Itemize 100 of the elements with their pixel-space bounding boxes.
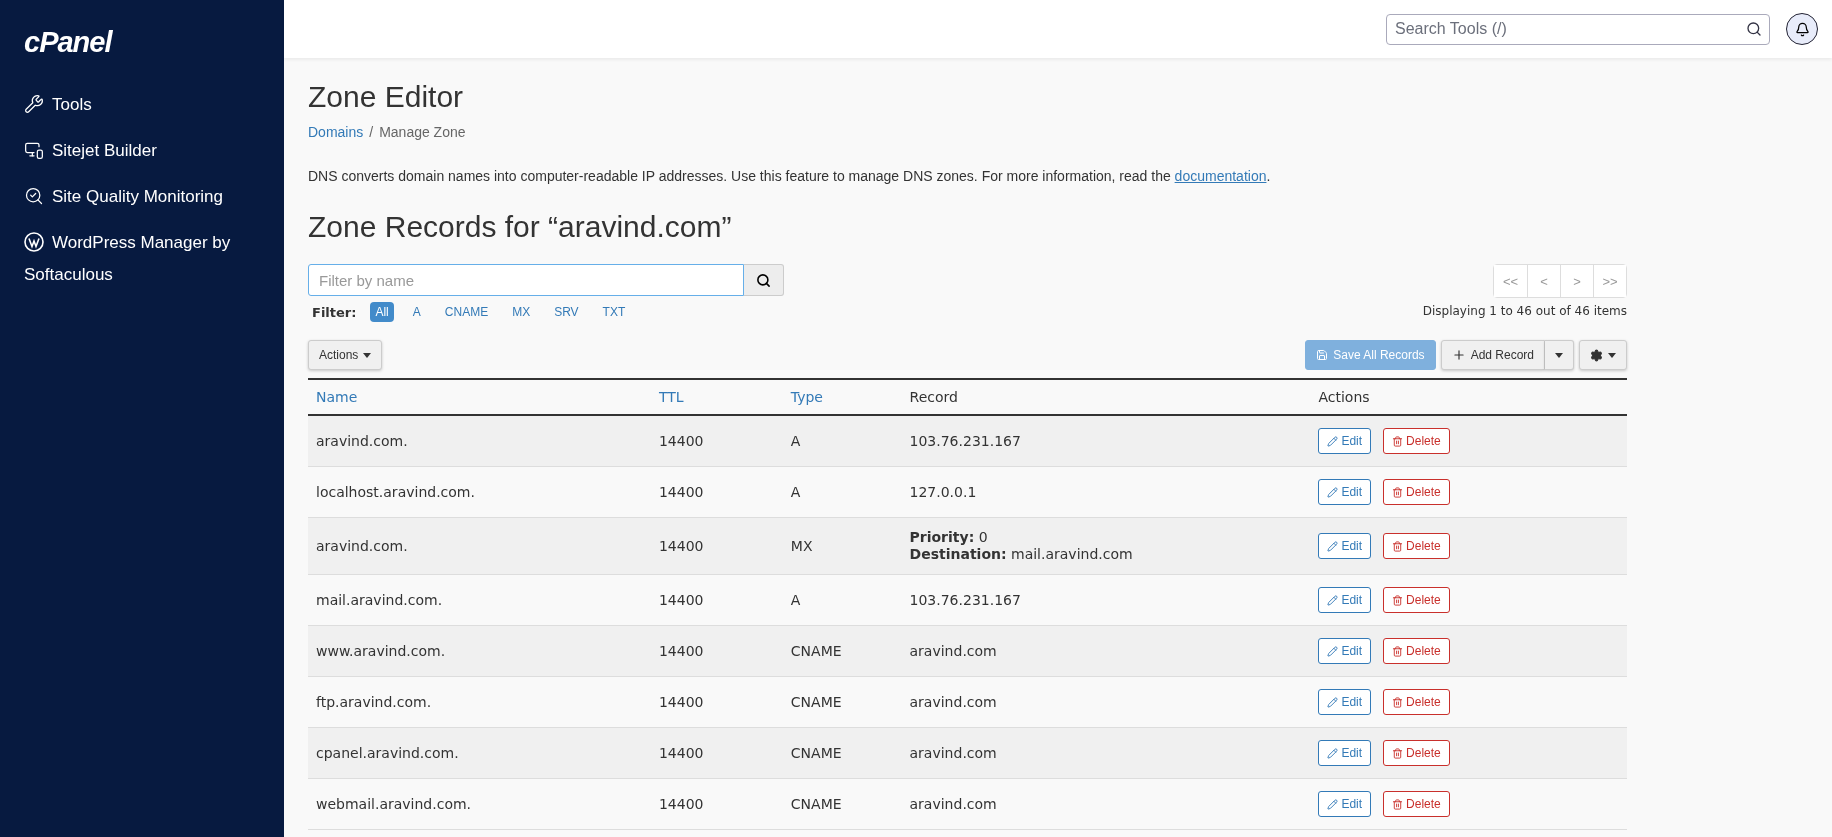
- trash-icon: [1392, 645, 1404, 657]
- monitor-icon: [24, 140, 44, 160]
- add-record-button[interactable]: Add Record: [1440, 340, 1545, 370]
- record-value: 103.76.231.167: [909, 591, 1022, 609]
- edit-button[interactable]: Edit: [1318, 740, 1372, 766]
- pencil-icon: [1327, 540, 1339, 552]
- table-cell: CNAME: [782, 625, 902, 677]
- dropdown-button[interactable]: [1545, 340, 1574, 370]
- caret-icon: [1608, 352, 1616, 358]
- record-value: Destination: mail.aravind.com: [909, 546, 1134, 563]
- pencil-icon: [1327, 645, 1339, 657]
- search-field[interactable]: Search Tools (/): [1386, 13, 1770, 45]
- filter-chip[interactable]: All: [370, 302, 394, 322]
- edit-button[interactable]: Edit: [1318, 533, 1372, 559]
- actions-button[interactable]: Actions: [308, 340, 383, 370]
- filter-chip[interactable]: CNAME: [439, 302, 494, 322]
- sidebar-item[interactable]: Site Quality Monitoring: [24, 181, 284, 213]
- edit-button[interactable]: Edit: [1318, 689, 1372, 715]
- edit-button[interactable]: Edit: [1318, 587, 1372, 613]
- record-value: 103.76.231.167: [909, 432, 1022, 450]
- trash-icon: [1392, 540, 1404, 552]
- edit-button[interactable]: Edit: [1318, 791, 1372, 817]
- sidebar-item[interactable]: Tools: [24, 89, 284, 121]
- delete-button[interactable]: Delete: [1383, 479, 1450, 505]
- trash-icon: [1392, 486, 1404, 498]
- table-cell: 14400: [650, 574, 783, 626]
- delete-button[interactable]: Delete: [1383, 791, 1450, 817]
- table-cell: A: [782, 415, 902, 467]
- table-cell: aravind.com.: [308, 517, 651, 575]
- filter-label: Filter:: [312, 304, 357, 320]
- trash-icon: [1392, 696, 1404, 708]
- bell-icon: [1794, 21, 1810, 37]
- table-cell: CNAME: [782, 676, 902, 728]
- plus-icon: [1451, 348, 1466, 362]
- record-value: Priority: 0: [909, 529, 989, 546]
- caret-icon: [363, 352, 372, 358]
- record-value: 127.0.0.1: [909, 483, 978, 501]
- table-cell: 14400: [650, 778, 783, 830]
- pencil-icon: [1327, 747, 1339, 759]
- pencil-icon: [1327, 435, 1339, 447]
- delete-button[interactable]: Delete: [1383, 689, 1450, 715]
- search-button[interactable]: [744, 264, 784, 296]
- search-icon: [756, 272, 771, 288]
- table-cell: 14400: [650, 625, 783, 677]
- sidebar-item[interactable]: Sitejet Builder: [24, 135, 284, 167]
- delete-button[interactable]: Delete: [1383, 533, 1450, 559]
- delete-button[interactable]: Delete: [1383, 587, 1450, 613]
- record-value: aravind.com: [909, 795, 998, 813]
- table-cell: 14400: [650, 415, 783, 467]
- table-cell: 14400: [650, 727, 783, 779]
- page-title: Zone Editor: [308, 80, 465, 114]
- breadcrumb-separator: /: [369, 124, 374, 140]
- table-cell: www.aravind.com.: [308, 625, 651, 677]
- cpanel-logo[interactable]: cPanel: [24, 26, 112, 59]
- filter-chip[interactable]: TXT: [597, 302, 631, 322]
- section-heading: Zone Records for “aravind.com”: [308, 210, 733, 244]
- trash-icon: [1392, 798, 1404, 810]
- delete-button[interactable]: Delete: [1383, 740, 1450, 766]
- pagination-summary: Displaying 1 to 46 out of 46 items: [1422, 304, 1627, 318]
- pencil-icon: [1327, 798, 1339, 810]
- table-cell: mail.aravind.com.: [308, 574, 651, 626]
- trash-icon: [1392, 435, 1404, 447]
- description-text: DNS converts domain names into computer-readable IP addresses. Use this feature to manage DNS zones. For more information, read the documentation.: [308, 168, 1272, 184]
- filter-chip[interactable]: MX: [507, 302, 536, 322]
- edit-button[interactable]: Edit: [1318, 638, 1372, 664]
- breadcrumb-link[interactable]: Domains: [308, 124, 364, 140]
- trash-icon: [1392, 747, 1404, 759]
- sidebar-item[interactable]: WordPress Manager by Softaculous: [24, 227, 284, 291]
- table-cell: cpanel.aravind.com.: [308, 727, 651, 779]
- pagination-button[interactable]: >>: [1593, 265, 1626, 297]
- table-cell: CNAME: [782, 778, 902, 830]
- record-value: aravind.com: [909, 642, 998, 660]
- save-icon: [1316, 349, 1329, 361]
- table-cell: aravind.com.: [308, 415, 651, 467]
- table-cell: A: [782, 466, 902, 518]
- edit-button[interactable]: Edit: [1318, 428, 1372, 454]
- pencil-icon: [1327, 594, 1339, 606]
- pencil-icon: [1327, 486, 1339, 498]
- table-cell: 14400: [650, 466, 783, 518]
- record-value: aravind.com: [909, 693, 998, 711]
- breadcrumb-current: Manage Zone: [379, 124, 466, 140]
- magnifier-check-icon: [24, 186, 44, 206]
- table-cell: 14400: [650, 676, 783, 728]
- table-cell: 14400: [650, 517, 783, 575]
- notifications-button[interactable]: [1786, 13, 1818, 45]
- filter-chip[interactable]: SRV: [549, 302, 584, 322]
- record-value: aravind.com: [909, 744, 998, 762]
- settings-icon: [1590, 348, 1603, 362]
- pencil-icon: [1327, 696, 1339, 708]
- filter-field[interactable]: Filter by name: [308, 264, 744, 296]
- table-cell: CNAME: [782, 727, 902, 779]
- trash-icon: [1392, 594, 1404, 606]
- table-cell: MX: [782, 517, 902, 575]
- tools-icon: [24, 94, 44, 114]
- delete-button[interactable]: Delete: [1383, 638, 1450, 664]
- settings-button[interactable]: [1579, 340, 1627, 370]
- filter-chip[interactable]: A: [407, 302, 426, 322]
- search-icon: [1746, 20, 1762, 37]
- edit-button[interactable]: Edit: [1318, 479, 1372, 505]
- delete-button[interactable]: Delete: [1383, 428, 1450, 454]
